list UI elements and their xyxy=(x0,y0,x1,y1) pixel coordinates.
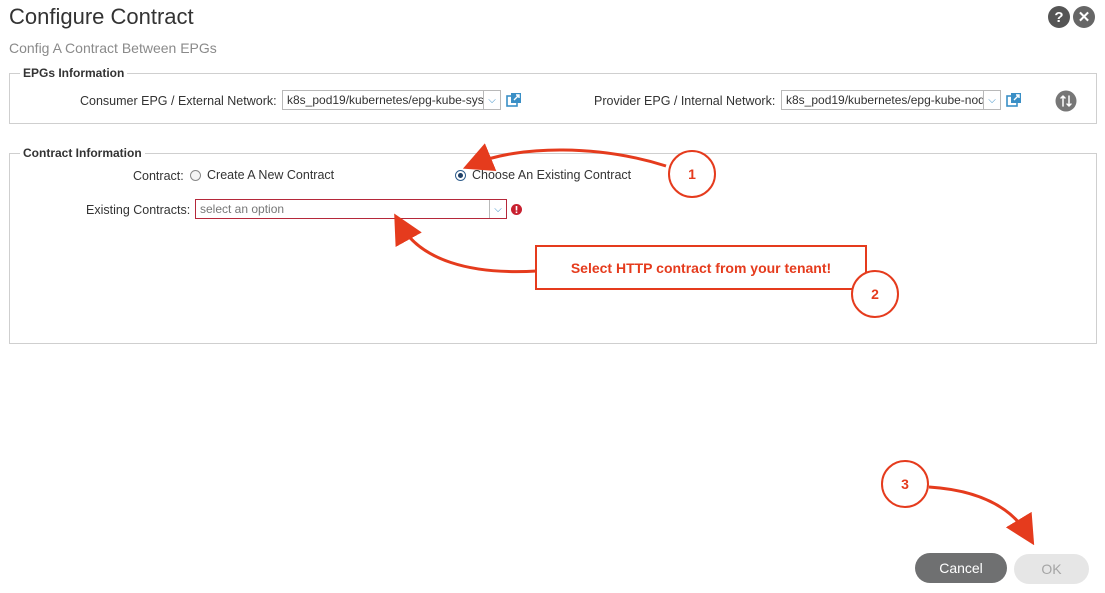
consumer-epg-select[interactable]: k8s_pod19/kubernetes/epg-kube-system ⌵ xyxy=(282,90,501,110)
existing-contracts-label: Existing Contracts: xyxy=(86,203,191,217)
dialog-subtitle: Config A Contract Between EPGs xyxy=(9,40,217,56)
ok-button[interactable]: OK xyxy=(1014,554,1089,584)
contract-label: Contract: xyxy=(133,169,184,183)
dialog-title: Configure Contract xyxy=(9,4,194,29)
radio-button[interactable] xyxy=(190,169,201,181)
existing-contracts-placeholder: select an option xyxy=(200,202,285,216)
help-icon[interactable]: ? xyxy=(1048,6,1070,28)
radio-choose-existing-label: Choose An Existing Contract xyxy=(472,168,632,182)
step-3-marker: 3 xyxy=(881,460,929,508)
swap-icon[interactable] xyxy=(1055,90,1077,112)
radio-create-new-contract[interactable]: Create A New Contract xyxy=(190,168,334,182)
consumer-epg-value: k8s_pod19/kubernetes/epg-kube-system xyxy=(287,93,483,107)
chevron-down-icon: ⌵ xyxy=(983,91,1000,109)
provider-epg-select[interactable]: k8s_pod19/kubernetes/epg-kube-nodes ⌵ xyxy=(781,90,1001,110)
epgs-information-legend: EPGs Information xyxy=(23,66,125,80)
radio-create-new-label: Create A New Contract xyxy=(207,168,335,182)
required-error-icon xyxy=(511,204,522,215)
contract-information-legend: Contract Information xyxy=(23,146,142,160)
consumer-epg-label: Consumer EPG / External Network: xyxy=(80,94,277,108)
radio-button-selected[interactable] xyxy=(455,169,466,181)
existing-contracts-select[interactable]: select an option ⌵ xyxy=(195,199,507,219)
step-1-marker: 1 xyxy=(668,150,716,198)
provider-epg-value: k8s_pod19/kubernetes/epg-kube-nodes xyxy=(786,93,983,107)
provider-epg-label: Provider EPG / Internal Network: xyxy=(594,94,776,108)
cancel-button[interactable]: Cancel xyxy=(915,553,1007,583)
instruction-callout: Select HTTP contract from your tenant! xyxy=(535,245,867,290)
step-2-marker: 2 xyxy=(851,270,899,318)
open-external-icon[interactable] xyxy=(1006,92,1022,108)
chevron-down-icon: ⌵ xyxy=(483,91,500,109)
radio-choose-existing-contract[interactable]: Choose An Existing Contract xyxy=(455,168,631,182)
close-icon[interactable]: ✕ xyxy=(1073,6,1095,28)
open-external-icon[interactable] xyxy=(506,92,522,108)
chevron-down-icon: ⌵ xyxy=(489,200,506,218)
